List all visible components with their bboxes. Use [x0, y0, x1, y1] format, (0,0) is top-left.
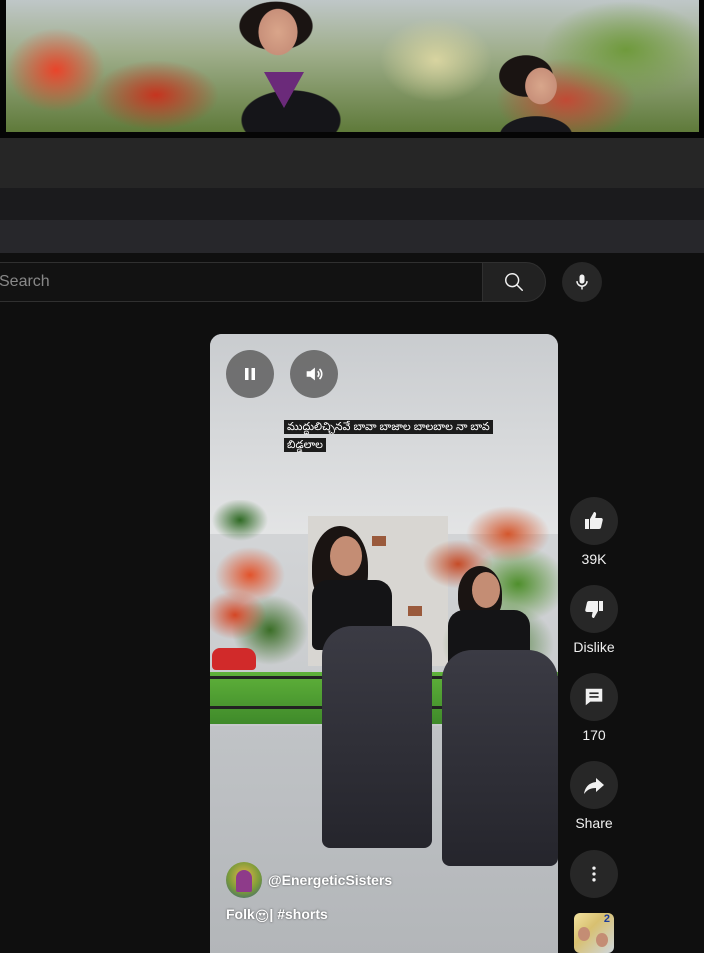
search-icon	[505, 273, 523, 291]
channel-avatar[interactable]	[226, 862, 262, 898]
comment-icon	[585, 688, 603, 706]
search-input[interactable]	[0, 262, 482, 302]
header-bar	[0, 138, 704, 188]
top-video-frame	[6, 0, 699, 132]
header-subbar	[0, 188, 704, 220]
video-title-suffix: | #shorts	[269, 906, 328, 922]
pause-button[interactable]	[226, 350, 274, 398]
more-options-button[interactable]	[570, 850, 618, 898]
volume-button[interactable]	[290, 350, 338, 398]
video-title[interactable]: Folk😍| #shorts	[226, 906, 328, 925]
dislike-action: Dislike	[570, 585, 618, 655]
dislike-button[interactable]	[570, 585, 618, 633]
video-title-prefix: Folk	[226, 906, 255, 922]
top-video-player[interactable]	[0, 0, 704, 138]
video-caption: ముద్దులిచ్చినవే బావా బాజాల బాలబాల నా బావ…	[284, 418, 498, 454]
like-count: 39K	[581, 551, 607, 567]
comment-count: 170	[582, 727, 606, 743]
next-short-thumbnail[interactable]: 2	[574, 913, 614, 953]
comment-button[interactable]	[570, 673, 618, 721]
app-root: ముద్దులిచ్చినవే బావా బాజాల బాలబాల నా బావ…	[0, 0, 704, 953]
video-title-emoji: 😍	[254, 908, 270, 924]
top-video-person-left	[206, 0, 356, 132]
like-button[interactable]	[570, 497, 618, 545]
dancer-right	[438, 566, 558, 871]
volume-icon	[306, 367, 323, 381]
channel-row[interactable]: @EnergeticSisters	[226, 862, 392, 898]
channel-handle[interactable]: @EnergeticSisters	[268, 872, 392, 888]
dancer-left	[302, 526, 442, 856]
share-button[interactable]	[570, 761, 618, 809]
search-button[interactable]	[482, 262, 546, 302]
header-subbar-2	[0, 220, 704, 253]
share-label: Share	[575, 815, 613, 831]
share-icon	[584, 778, 604, 794]
voice-search-button[interactable]	[562, 262, 602, 302]
thumbs-up-icon	[585, 512, 603, 529]
next-short-badge: 2	[603, 913, 610, 925]
pause-icon	[245, 368, 255, 380]
share-action: Share	[570, 761, 618, 831]
more-vertical-icon	[592, 866, 596, 882]
shorts-player[interactable]: ముద్దులిచ్చినవే బావా బాజాల బాలబాల నా బావ…	[210, 334, 558, 953]
dislike-label: Dislike	[573, 639, 615, 655]
thumbs-down-icon	[585, 601, 603, 618]
top-video-person-right	[466, 36, 596, 132]
mic-icon	[576, 274, 588, 290]
like-action: 39K	[570, 497, 618, 567]
comment-action: 170	[570, 673, 618, 743]
